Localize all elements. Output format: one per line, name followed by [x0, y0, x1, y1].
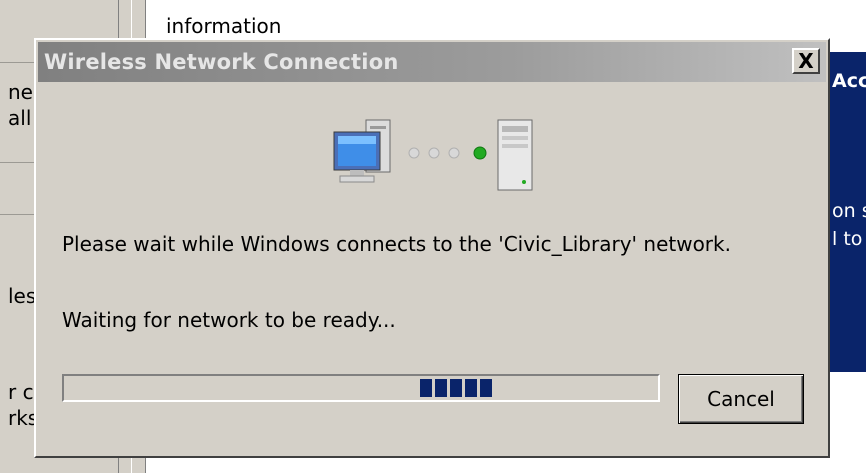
bg-right-fragment: on s — [832, 200, 866, 222]
connection-status: Waiting for network to be ready... — [62, 308, 396, 332]
progress-block — [450, 379, 462, 397]
nav-divider — [0, 162, 36, 163]
nav-divider — [0, 62, 36, 63]
progress-block — [435, 379, 447, 397]
bg-left-fragment: all — [8, 106, 32, 130]
computer-icon — [333, 119, 391, 183]
progress-block — [480, 379, 492, 397]
connection-progress-bar — [62, 374, 660, 402]
nav-divider — [0, 214, 36, 215]
bg-left-fragment: r c — [8, 380, 34, 404]
connection-dots-icon — [408, 146, 487, 160]
close-button[interactable]: X — [792, 48, 820, 74]
progress-block — [465, 379, 477, 397]
connecting-message: Please wait while Windows connects to th… — [62, 232, 731, 256]
cancel-button[interactable]: Cancel — [678, 374, 804, 424]
cancel-label: Cancel — [707, 387, 775, 411]
progress-block — [420, 379, 432, 397]
dialog-title: Wireless Network Connection — [44, 50, 399, 74]
progress-blocks — [420, 379, 492, 397]
dialog-title-bar[interactable]: Wireless Network Connection X — [38, 42, 826, 82]
background-selected-item: Acc on s l to — [828, 52, 866, 372]
bg-top-text: information — [166, 14, 282, 38]
bg-left-fragment: ne — [8, 80, 33, 104]
connection-graphic — [333, 119, 533, 191]
wireless-connection-dialog: Wireless Network Connection X Please wai… — [34, 38, 830, 458]
close-icon: X — [798, 49, 814, 73]
bg-left-fragment: les — [8, 284, 37, 308]
bg-right-fragment: Acc — [832, 70, 866, 92]
network-server-icon — [497, 119, 533, 191]
bg-right-fragment: l to — [832, 228, 863, 250]
